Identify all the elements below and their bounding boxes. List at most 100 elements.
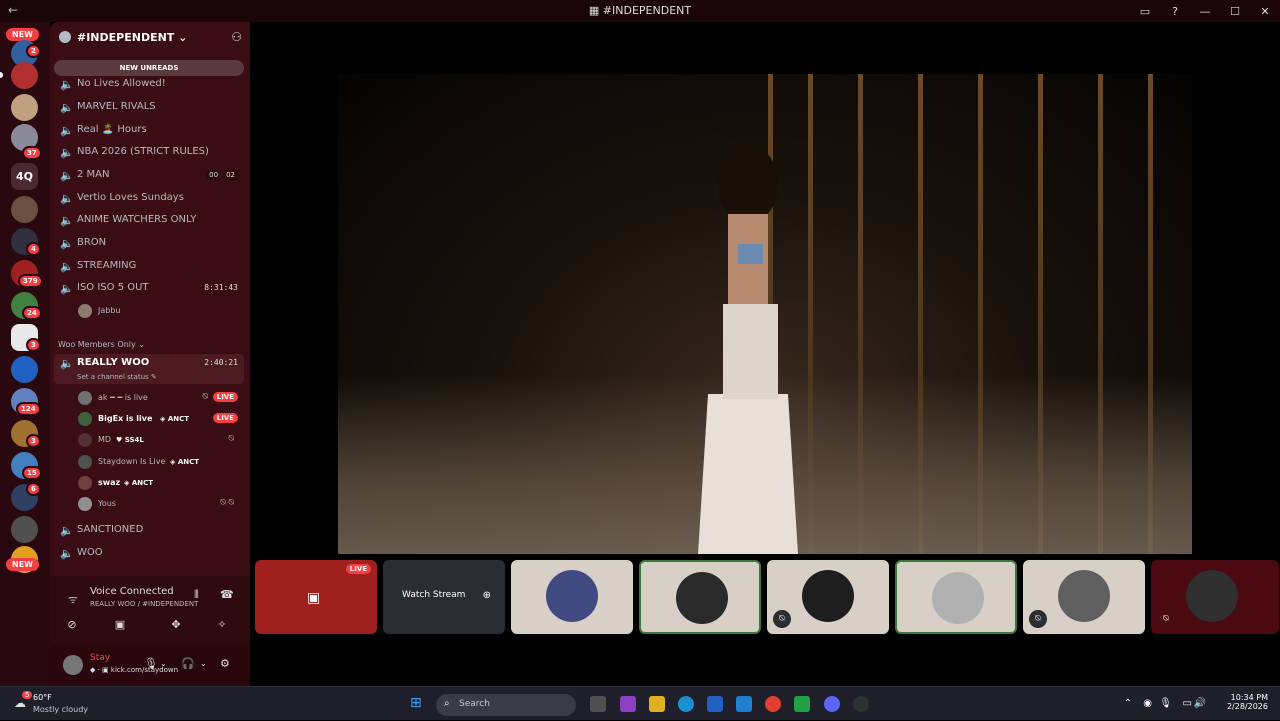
participant-tile[interactable]	[511, 560, 633, 634]
windows-start-icon[interactable]: ⊞	[410, 695, 422, 711]
voice-user[interactable]: MD ♥ SS4L ⍉	[76, 430, 242, 450]
voice-user[interactable]: Staydown Is Live ◈ ANCT	[76, 452, 242, 472]
stream-video[interactable]	[338, 74, 1192, 554]
app-icon[interactable]	[853, 696, 869, 712]
microphone-icon[interactable]: 🎙	[1159, 698, 1172, 709]
user-limit-counter: 00 02	[206, 170, 238, 180]
voice-channel[interactable]: 🔈 STREAMING	[54, 257, 244, 277]
server-icon[interactable]	[11, 356, 38, 383]
activities-button[interactable]: ✥	[156, 614, 196, 636]
channel-status[interactable]: Set a channel status ✎	[77, 373, 157, 381]
file-explorer-icon[interactable]	[649, 696, 665, 712]
close-button[interactable]: ✕	[1250, 5, 1280, 18]
chevron-down-icon[interactable]: ⌄	[160, 659, 167, 668]
participant-tile-live[interactable]: LIVE ▣	[255, 560, 377, 634]
help-icon[interactable]: ?	[1160, 5, 1190, 18]
speaker-icon: 🔈	[60, 169, 74, 182]
noise-suppression-icon[interactable]: ⦀	[194, 588, 199, 602]
server-icon-4q[interactable]: 4Q	[11, 163, 38, 190]
screen-share-button[interactable]: ▣	[100, 614, 140, 636]
avatar	[78, 304, 92, 318]
new-unreads-banner[interactable]: NEW UNREADS	[54, 60, 244, 76]
volume-icon[interactable]: 🔊	[1194, 698, 1206, 709]
participant-tile[interactable]: ⍉	[1023, 560, 1145, 634]
chrome-icon[interactable]	[765, 696, 781, 712]
voice-channel-path[interactable]: REALLY WOO / #INDEPENDENT	[90, 600, 198, 608]
edge-icon[interactable]	[678, 696, 694, 712]
voice-channel[interactable]: 🔈 BRON	[54, 234, 244, 254]
voice-user[interactable]: Jabbu	[76, 301, 242, 321]
voice-channel[interactable]: 🔈 WOO	[54, 544, 244, 564]
voice-channel[interactable]: 🔈 2 MAN 00 02	[54, 166, 244, 186]
voice-channel[interactable]: 🔈 Real 🏝️ Hours	[54, 121, 244, 141]
voice-user[interactable]: BigEx is live ◈ ANCT LIVE	[76, 409, 242, 429]
taskbar-search[interactable]: ⌕ Search	[436, 694, 576, 716]
outlook-icon[interactable]	[736, 696, 752, 712]
store-icon[interactable]	[707, 696, 723, 712]
voice-channel[interactable]: 🔈 SANCTIONED	[54, 521, 244, 541]
clock[interactable]: 10:34 PM 2/28/2026	[1208, 693, 1268, 711]
mute-icon: ⍉	[228, 434, 234, 444]
chevron-up-icon[interactable]: ⌃	[1124, 698, 1132, 709]
new-pill[interactable]: NEW	[6, 558, 39, 571]
participant-tile-speaking[interactable]	[639, 560, 761, 634]
voice-channel-active[interactable]: 🔈 REALLY WOO 2:40:21 Set a channel statu…	[54, 354, 244, 384]
display-icon[interactable]: ▭	[1183, 698, 1192, 709]
voice-channel[interactable]: 🔈 MARVEL RIVALS	[54, 98, 244, 118]
minimize-button[interactable]: —	[1190, 5, 1220, 18]
discord-icon[interactable]	[824, 696, 840, 712]
voice-connected-label[interactable]: Voice Connected	[90, 586, 174, 597]
chevron-down-icon[interactable]: ⌄	[200, 659, 207, 668]
disconnect-icon[interactable]: ☎	[220, 588, 234, 601]
voice-channel[interactable]: 🔈 Vertio Loves Sundays	[54, 189, 244, 209]
category-header[interactable]: Woo Members Only ⌄	[58, 340, 145, 349]
mention-badge: 24	[22, 306, 42, 320]
voice-channel[interactable]: 🔈 ISO ISO 5 OUT 8:31:43	[54, 279, 244, 299]
voice-user[interactable]: swaz ◈ ANCT	[76, 473, 242, 493]
voice-channel[interactable]: 🔈 NBA 2026 (STRICT RULES)	[54, 143, 244, 163]
soundboard-button[interactable]: ✧	[202, 614, 242, 636]
maximize-button[interactable]: ☐	[1220, 5, 1250, 18]
live-badge[interactable]: LIVE	[212, 413, 238, 423]
task-view-icon[interactable]	[590, 696, 606, 712]
server-icon[interactable]	[11, 62, 38, 89]
participant-tile[interactable]: ⍉	[1151, 560, 1279, 634]
video-off-button[interactable]: ⊘	[52, 614, 92, 636]
gear-icon[interactable]: ⚙	[220, 657, 230, 670]
app-icon[interactable]	[620, 696, 636, 712]
network-icon[interactable]: ◉	[1143, 698, 1152, 709]
voice-user[interactable]: ak ━ ━ is live ⍉ LIVE	[76, 388, 242, 408]
person-add-icon[interactable]: ⚇	[231, 30, 242, 44]
server-icon[interactable]	[11, 516, 38, 543]
voice-channel[interactable]: 🔈 ANIME WATCHERS ONLY	[54, 211, 244, 231]
weather-temp: 60°F	[33, 693, 52, 702]
participant-tile-stream[interactable]: Watch Stream ⊕	[383, 560, 505, 634]
server-icon[interactable]	[11, 94, 38, 121]
headphones-icon[interactable]: 🎧	[181, 657, 195, 670]
channel-timer: 2:40:21	[204, 358, 238, 367]
avatar	[802, 570, 854, 622]
speaker-icon: 🔈	[60, 124, 74, 137]
avatar	[676, 572, 728, 624]
username[interactable]: Stay	[90, 653, 110, 663]
microphone-icon[interactable]: 🎙	[144, 657, 158, 670]
avatar	[78, 433, 92, 447]
voice-channel[interactable]: 🔈 No Lives Allowed!	[54, 75, 244, 95]
deafen-icon: ⍉ ⍉	[220, 498, 234, 508]
speaker-icon: 🔈	[60, 214, 74, 227]
participant-tile[interactable]: ⍉	[767, 560, 889, 634]
zoom-icon[interactable]: ⊕	[483, 590, 491, 601]
voice-user[interactable]: Yous ⍉ ⍉	[76, 494, 242, 514]
live-badge[interactable]: LIVE	[212, 392, 238, 402]
app-icon[interactable]	[794, 696, 810, 712]
participant-tile-speaking[interactable]	[895, 560, 1017, 634]
inbox-icon[interactable]: ▭	[1130, 5, 1160, 18]
avatar	[78, 455, 92, 469]
avatar[interactable]	[63, 655, 83, 675]
signal-icon[interactable]: ᯤ	[68, 592, 78, 607]
speaker-icon: 🔈	[60, 78, 74, 91]
server-header[interactable]: #INDEPENDENT ⌄ ⚇	[50, 22, 250, 54]
mention-badge: 6	[26, 482, 41, 496]
server-icon[interactable]	[11, 196, 38, 223]
watch-stream-button[interactable]: Watch Stream	[402, 590, 465, 600]
